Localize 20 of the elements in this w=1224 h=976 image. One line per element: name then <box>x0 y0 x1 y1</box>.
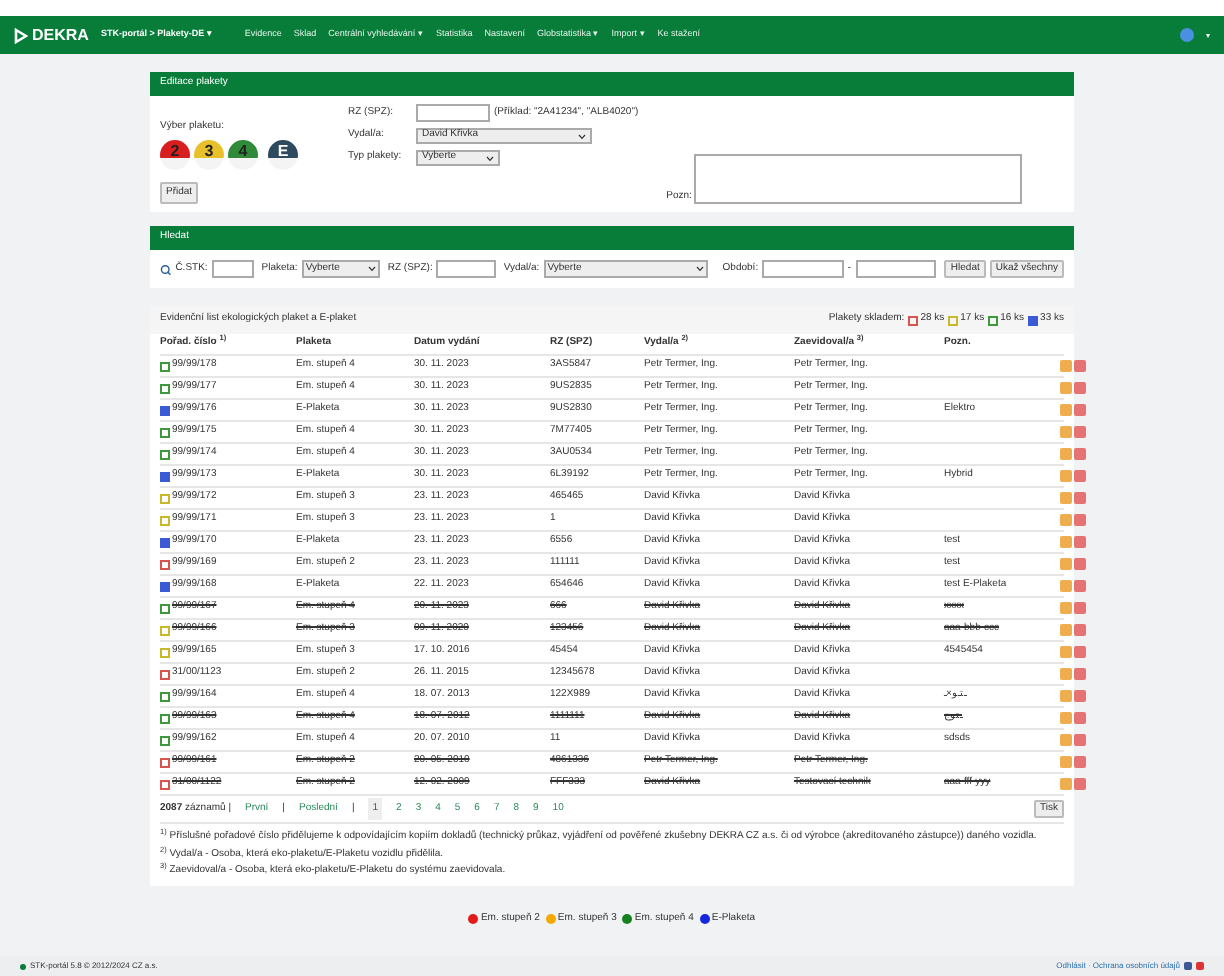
date-from-input[interactable] <box>762 260 844 278</box>
rz-input[interactable] <box>436 260 496 278</box>
rz-input[interactable] <box>416 104 490 122</box>
date-to-input[interactable] <box>855 260 937 278</box>
plaque-button[interactable]: 4 <box>228 139 258 169</box>
plaque-button[interactable]: 2 <box>160 139 190 169</box>
brand-logo: DEKRA <box>32 23 89 47</box>
user-avatar-icon[interactable] <box>1180 28 1194 42</box>
chevron-down-icon <box>578 133 586 139</box>
plaque-button[interactable]: 3 <box>194 139 224 169</box>
triangle-logo-icon <box>14 27 28 43</box>
plaque-button[interactable]: E <box>268 139 298 169</box>
search-icon <box>160 263 172 275</box>
stk-input[interactable] <box>211 260 254 278</box>
facebook-icon[interactable] <box>1184 962 1192 970</box>
youtube-icon[interactable] <box>1196 962 1204 970</box>
chevron-down-icon <box>367 266 376 272</box>
chevron-down-icon <box>486 155 494 161</box>
chevron-down-icon <box>696 266 705 272</box>
note-textarea[interactable] <box>693 154 1022 204</box>
